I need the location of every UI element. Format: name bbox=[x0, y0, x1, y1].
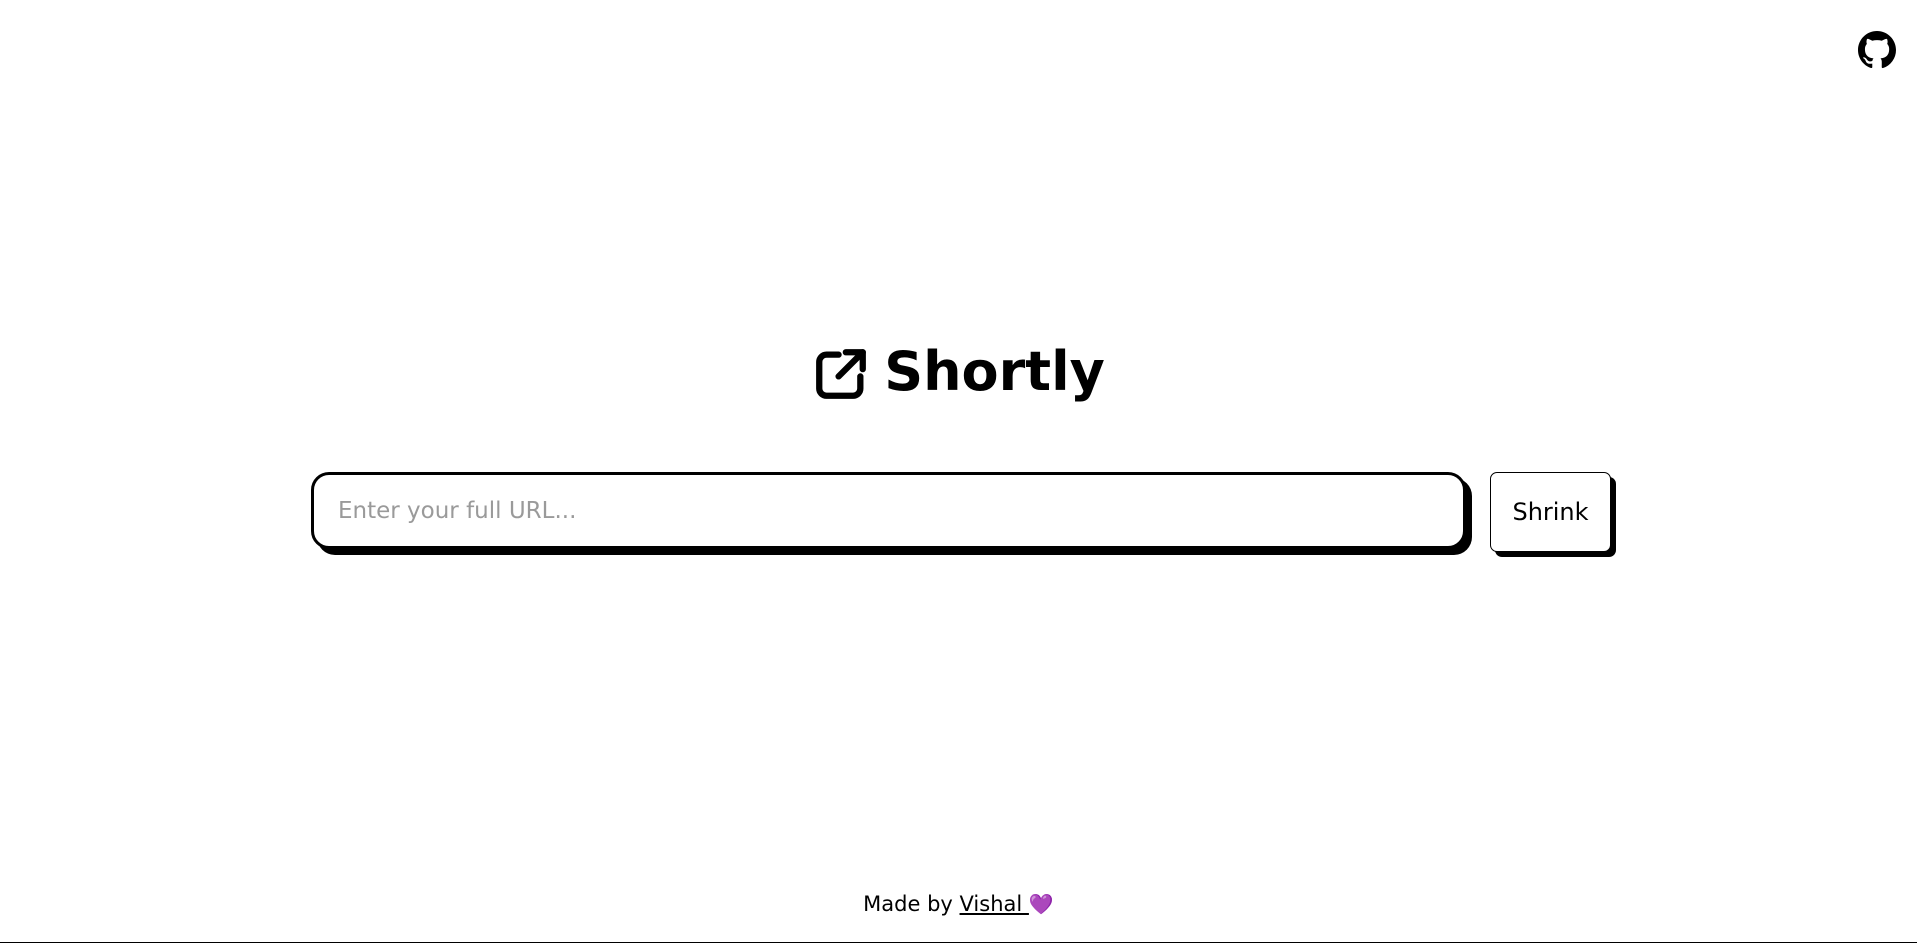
external-link-icon bbox=[812, 345, 870, 403]
heart-icon: 💜 bbox=[1028, 892, 1054, 916]
page: Shortly Shrink Made by Vishal 💜 bbox=[0, 0, 1917, 943]
github-link[interactable] bbox=[1858, 31, 1896, 69]
page-title: Shortly bbox=[884, 340, 1105, 403]
url-input[interactable] bbox=[311, 472, 1466, 549]
footer: Made by Vishal 💜 bbox=[0, 890, 1917, 918]
github-icon bbox=[1858, 31, 1896, 69]
brand: Shortly bbox=[0, 345, 1917, 403]
author-link[interactable]: Vishal bbox=[960, 892, 1029, 916]
shrink-button[interactable]: Shrink bbox=[1490, 472, 1611, 552]
footer-prefix: Made by bbox=[863, 892, 960, 916]
